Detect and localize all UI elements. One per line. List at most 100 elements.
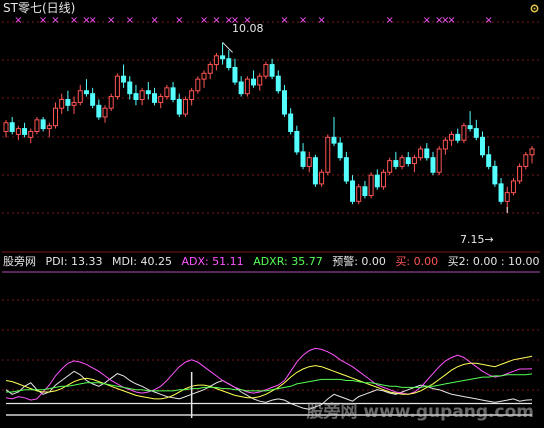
candle-body[interactable] (393, 160, 399, 167)
candle-body[interactable] (343, 157, 349, 182)
buy2-value: 买2: 0.00 : 10.00 (447, 255, 540, 268)
watermark: 股旁网 www.gupang.com (306, 402, 534, 422)
settings-icon[interactable] (529, 3, 540, 14)
candle-body[interactable] (139, 90, 145, 100)
candle-body[interactable] (288, 113, 294, 132)
candle-body[interactable] (281, 90, 287, 115)
candle-body[interactable] (504, 192, 510, 202)
candle-body[interactable] (418, 148, 424, 159)
candle-body[interactable] (430, 157, 436, 173)
candle-body[interactable] (331, 136, 337, 144)
candle-body[interactable] (22, 128, 28, 135)
signal-marker: × (14, 15, 22, 26)
candle-body[interactable] (356, 186, 362, 202)
candle-body[interactable] (306, 157, 312, 167)
candle-body[interactable] (40, 119, 46, 130)
candle-body[interactable] (127, 81, 133, 95)
candle-body[interactable] (207, 64, 213, 74)
candle-body[interactable] (300, 151, 306, 167)
candle-body[interactable] (164, 87, 170, 98)
chart-canvas[interactable]: × × × × ×× × × × × × × ×× × × × × × × ××× × (0, 0, 544, 428)
candle-body[interactable] (257, 75, 263, 86)
candle-body[interactable] (442, 139, 448, 150)
signal-marker: × (385, 15, 393, 26)
candle-body[interactable] (232, 66, 238, 83)
candle-body[interactable] (182, 98, 188, 115)
buy-value: 买: 0.00 (395, 255, 439, 268)
candle-body[interactable] (226, 58, 232, 68)
candle-body[interactable] (523, 154, 529, 167)
candle-body[interactable] (176, 98, 182, 115)
signal-marker: × (39, 15, 47, 26)
candle-body[interactable] (65, 98, 71, 106)
warn-value: 预警: 0.00 (332, 255, 386, 268)
candle-body[interactable] (213, 55, 219, 66)
candle-body[interactable] (71, 101, 77, 106)
candle-body[interactable] (133, 93, 139, 100)
candle-body[interactable] (319, 171, 325, 185)
candle-body[interactable] (510, 180, 516, 194)
candle-body[interactable] (399, 157, 405, 167)
candle-body[interactable] (96, 104, 102, 118)
candle-body[interactable] (467, 125, 473, 130)
candle-body[interactable] (189, 90, 195, 100)
candle-body[interactable] (90, 93, 96, 106)
candle-body[interactable] (374, 174, 380, 188)
candle-body[interactable] (15, 128, 21, 135)
candle-body[interactable] (244, 78, 250, 95)
candle-body[interactable] (424, 148, 430, 159)
candle-body[interactable] (449, 133, 455, 141)
candle-body[interactable] (108, 96, 114, 109)
candle-body[interactable] (455, 133, 461, 141)
candle-body[interactable] (387, 160, 393, 173)
candle-body[interactable] (275, 75, 281, 92)
candle-body[interactable] (263, 64, 269, 77)
candle-body[interactable] (238, 81, 244, 95)
candle-body[interactable] (46, 125, 52, 130)
candle-body[interactable] (102, 107, 108, 118)
candle-body[interactable] (158, 96, 164, 103)
candle-body[interactable] (34, 119, 40, 132)
candle-body[interactable] (269, 64, 275, 77)
candle-body[interactable] (529, 148, 535, 156)
candle-body[interactable] (368, 174, 374, 197)
indicator-name[interactable]: 股旁网 (3, 255, 36, 268)
candle-body[interactable] (486, 154, 492, 167)
signal-marker: × (299, 15, 307, 26)
candle-body[interactable] (77, 90, 83, 103)
candle-body[interactable] (492, 165, 498, 185)
candle-body[interactable] (9, 122, 15, 133)
candle-body[interactable] (251, 78, 257, 86)
candle-body[interactable] (121, 75, 127, 83)
candle-body[interactable] (498, 183, 504, 202)
candle-body[interactable] (479, 136, 485, 156)
candle-body[interactable] (59, 98, 65, 109)
candle-body[interactable] (350, 180, 356, 202)
candle-body[interactable] (380, 171, 386, 188)
candle-body[interactable] (114, 75, 120, 98)
candle-body[interactable] (461, 125, 467, 141)
candle-body[interactable] (362, 186, 368, 197)
candle-body[interactable] (436, 148, 442, 173)
candle-body[interactable] (28, 131, 34, 138)
adxr-value: ADXR: 35.77 (253, 255, 323, 268)
candle-body[interactable] (411, 157, 417, 165)
candle-body[interactable] (312, 157, 318, 185)
candle-body[interactable] (201, 72, 207, 80)
candle-body[interactable] (473, 128, 479, 138)
candle-body[interactable] (145, 90, 151, 95)
candle-body[interactable] (83, 90, 89, 95)
candle-body[interactable] (220, 55, 226, 60)
candle-body[interactable] (337, 142, 343, 159)
candle-body[interactable] (3, 122, 9, 133)
candle-body[interactable] (325, 136, 331, 173)
candle-body[interactable] (405, 157, 411, 165)
candle-body[interactable] (195, 78, 201, 92)
candle-body[interactable] (152, 93, 158, 103)
adx-value: ADX: 51.11 (181, 255, 244, 268)
candle-body[interactable] (294, 131, 300, 153)
candle-body[interactable] (53, 107, 59, 127)
candle-body[interactable] (517, 165, 523, 182)
mdi-value: MDI: 40.25 (112, 255, 172, 268)
candle-body[interactable] (170, 87, 176, 100)
